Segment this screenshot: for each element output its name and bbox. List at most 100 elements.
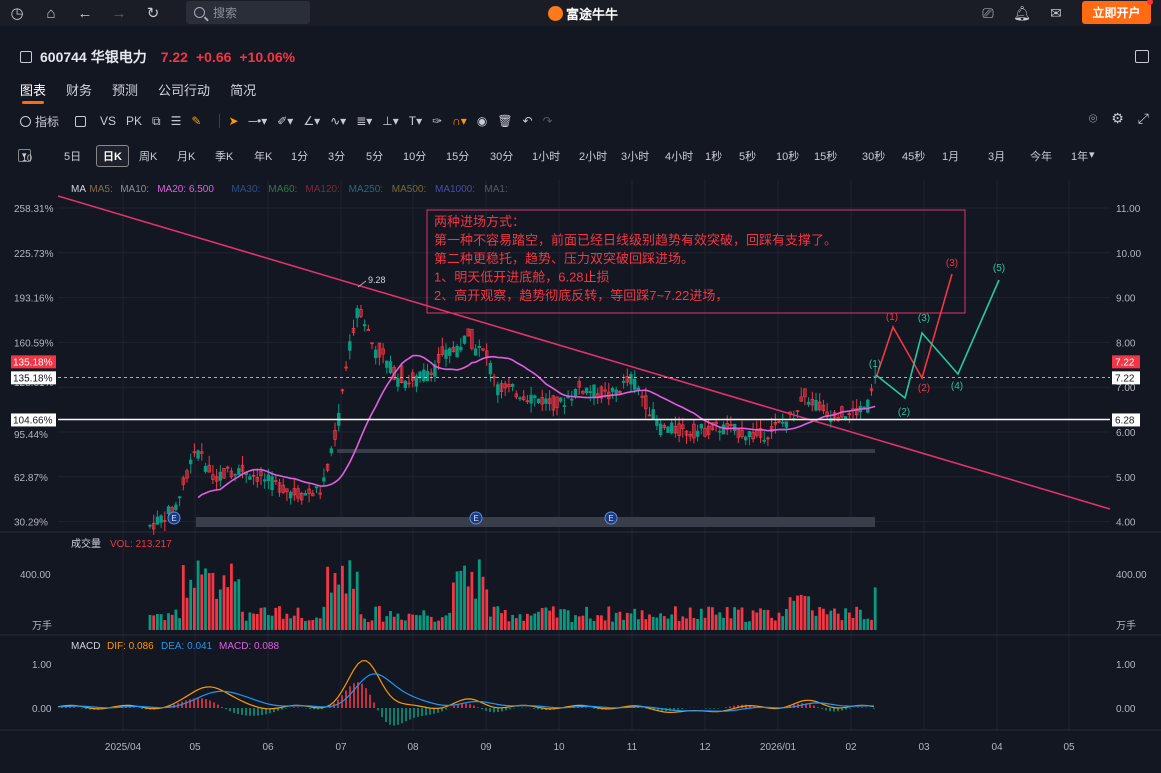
volume-bar <box>588 618 592 630</box>
period-2[interactable]: 周K <box>139 148 157 164</box>
wave-tool-icon[interactable]: ∿▾ <box>330 114 346 128</box>
volume-bar <box>370 620 374 630</box>
list-icon[interactable]: ☰ <box>171 114 182 128</box>
volume-bar <box>751 610 755 630</box>
period-0[interactable]: 5日 <box>64 148 81 164</box>
candle-body <box>866 399 870 413</box>
pct-axis-label: 193.16% <box>14 294 54 305</box>
period-more-chevron-icon[interactable]: ▾ <box>1089 148 1095 161</box>
watchlist-icon[interactable] <box>20 51 32 63</box>
period-count-select[interactable]: 10 ▾ <box>18 149 32 163</box>
trash-icon[interactable]: 🗑︎ <box>497 114 512 128</box>
period-23[interactable]: 3月 <box>988 148 1005 164</box>
compare-chart-icon[interactable]: ⧉ <box>152 114 161 129</box>
tab-forecast[interactable]: 预测 <box>112 80 138 102</box>
chart-area[interactable]: MA MA5: MA10: MA20: 6.500 MA30: MA60: MA120: MA… <box>0 175 1161 768</box>
volume-bar <box>289 618 292 630</box>
period-5[interactable]: 年K <box>254 148 272 164</box>
back-icon[interactable]: ← <box>68 0 102 26</box>
period-18[interactable]: 10秒 <box>776 148 799 164</box>
home-icon[interactable]: ⌂ <box>34 0 68 26</box>
history-icon[interactable]: ◷ <box>0 0 34 26</box>
volume-bar <box>226 587 230 630</box>
tab-profile[interactable]: 简况 <box>230 80 256 102</box>
settings-gear-icon[interactable]: ⚙ <box>1111 110 1124 127</box>
period-25[interactable]: 1年 <box>1071 148 1088 164</box>
period-16[interactable]: 1秒 <box>705 148 722 164</box>
fullscreen-icon[interactable]: ⤢ <box>1138 110 1149 127</box>
macd-dea: DEA: 0.041 <box>161 641 213 652</box>
search-input[interactable]: 搜索 <box>186 1 310 24</box>
volume-bar <box>644 619 648 630</box>
period-15[interactable]: 4小时 <box>665 148 693 164</box>
volume-bar <box>777 612 781 630</box>
period-19[interactable]: 15秒 <box>814 148 837 164</box>
candle-body <box>559 397 563 402</box>
candle-body <box>510 383 515 387</box>
cursor-icon[interactable]: ➤ <box>228 114 238 128</box>
candle-body <box>518 397 522 400</box>
green-wave-label: (3) <box>918 313 930 324</box>
indicator-button[interactable]: 指标 <box>20 113 59 130</box>
candle-body <box>385 360 389 368</box>
period-3[interactable]: 月K <box>177 148 195 164</box>
volume-bar <box>533 613 537 630</box>
period-9[interactable]: 10分 <box>403 148 426 164</box>
notification-dot <box>1147 0 1153 5</box>
candle-body <box>747 431 752 438</box>
bell-icon[interactable]: 🔔︎ <box>1005 5 1039 22</box>
candle-body <box>355 308 359 319</box>
draw-pen-icon[interactable]: ✎ <box>191 114 201 128</box>
brush-tool-icon[interactable]: ✑ <box>432 114 442 128</box>
period-4[interactable]: 季K <box>215 148 233 164</box>
stock-price: 7.22 <box>160 49 188 65</box>
mail-icon[interactable]: ✉ <box>1039 5 1073 22</box>
refresh-icon[interactable]: ↻ <box>136 0 170 26</box>
pk-button[interactable]: PK <box>126 114 142 128</box>
tab-finance[interactable]: 财务 <box>66 80 92 102</box>
text-tool-icon[interactable]: T▾ <box>409 114 422 128</box>
period-17[interactable]: 5秒 <box>739 148 756 164</box>
volume-bar <box>174 609 178 630</box>
candle-body <box>477 346 481 348</box>
volume-bar <box>729 618 733 630</box>
open-account-button[interactable]: 立即开户 <box>1082 0 1153 24</box>
period-10[interactable]: 15分 <box>446 148 469 164</box>
period-21[interactable]: 45秒 <box>902 148 925 164</box>
period-8[interactable]: 5分 <box>366 148 383 164</box>
angle-tool-icon[interactable]: ∠▾ <box>303 114 320 128</box>
screen-icon[interactable]: ⎚ <box>971 5 1005 22</box>
undo-icon[interactable]: ↶ <box>523 114 533 128</box>
eye-icon[interactable]: ◉ <box>477 114 487 128</box>
measure-tool-icon[interactable]: ⊥▾ <box>382 114 398 128</box>
tab-corporate-action[interactable]: 公司行动 <box>158 80 210 102</box>
square-icon[interactable] <box>75 115 87 127</box>
period-20[interactable]: 30秒 <box>862 148 885 164</box>
pencil-tool-icon[interactable]: ✐▾ <box>277 114 293 128</box>
period-22[interactable]: 1月 <box>942 148 959 164</box>
period-7[interactable]: 3分 <box>328 148 345 164</box>
period-12[interactable]: 1小时 <box>532 148 560 164</box>
tab-chart[interactable]: 图表 <box>20 80 46 104</box>
forward-icon[interactable]: → <box>102 0 136 26</box>
volume-bar <box>403 620 407 630</box>
period-14[interactable]: 3小时 <box>621 148 649 164</box>
period-1[interactable]: 日K <box>96 145 129 167</box>
camera-icon[interactable]: ⌾ <box>1089 110 1097 127</box>
fib-tool-icon[interactable]: ≣▾ <box>356 114 372 128</box>
line-tool-icon[interactable]: ─•▾ <box>249 114 268 128</box>
redo-icon[interactable]: ↷ <box>543 114 553 128</box>
period-13[interactable]: 2小时 <box>579 148 607 164</box>
volume-bar <box>522 620 526 630</box>
time-axis-label: 03 <box>918 742 930 753</box>
period-6[interactable]: 1分 <box>291 148 308 164</box>
volume-bar <box>322 606 326 630</box>
volume-bar <box>252 613 255 630</box>
detach-icon[interactable] <box>1135 50 1149 63</box>
chart-svg[interactable]: MA MA5: MA10: MA20: 6.500 MA30: MA60: MA120: MA… <box>0 175 1161 768</box>
ma-legend-5: MA60: <box>268 184 297 195</box>
vs-button[interactable]: VS <box>100 114 116 128</box>
period-24[interactable]: 今年 <box>1030 148 1052 164</box>
magnet-icon[interactable]: ∩▾ <box>452 114 467 128</box>
period-11[interactable]: 30分 <box>490 148 513 164</box>
